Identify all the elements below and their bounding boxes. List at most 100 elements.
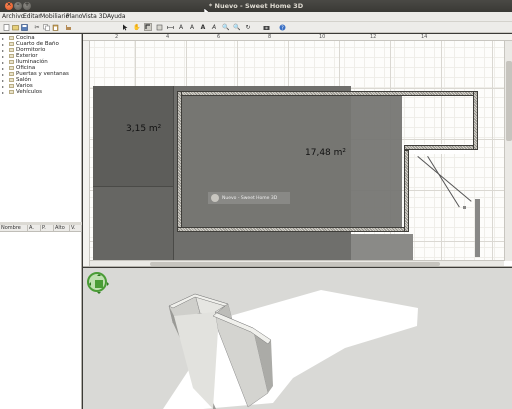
select-mode-button[interactable] (121, 23, 129, 31)
column-header-width[interactable]: A. (28, 225, 41, 232)
expand-icon[interactable]: ▸ (2, 60, 7, 65)
window-title: * Nuevo - Sweet Home 3D (208, 2, 304, 10)
create-photo-button[interactable] (262, 23, 270, 31)
expand-icon[interactable]: ▸ (2, 84, 7, 89)
menu-mobiliario[interactable]: Mobiliario (40, 13, 69, 20)
expand-icon[interactable]: ▸ (2, 36, 7, 41)
folder-icon (9, 66, 14, 70)
cut-button[interactable]: ✂ (33, 23, 41, 31)
wall-bottom[interactable] (177, 227, 409, 232)
ruler-mark: 12 (370, 34, 377, 40)
wall-inner-horizontal[interactable] (404, 145, 478, 150)
ruler-mark: 14 (421, 34, 428, 40)
background-object (463, 206, 466, 209)
create-walls-icon (145, 24, 150, 29)
scrollbar-thumb[interactable] (506, 61, 512, 141)
plan-vertical-scrollbar[interactable] (504, 41, 512, 261)
save-button[interactable] (20, 23, 28, 31)
title-bar: × – + * Nuevo - Sweet Home 3D (0, 0, 512, 12)
copy-button[interactable] (42, 23, 50, 31)
background-plan-image (93, 86, 173, 186)
add-furniture-button[interactable] (64, 23, 72, 31)
zoom-in-icon: 🔍 (222, 23, 230, 31)
category-label: Vehículos (16, 89, 43, 95)
add-furniture-icon (65, 24, 71, 30)
furniture-catalog[interactable]: ▸ Cocina ▸ Cuarto de Baño ▸ Dormitorio ▸ Ext… (0, 34, 82, 222)
new-icon (3, 23, 9, 31)
menu-plano[interactable]: Plano (66, 13, 82, 20)
zoom-out-button[interactable]: 🔍 (233, 23, 241, 31)
background-divider (173, 86, 174, 260)
create-rooms-button[interactable] (155, 23, 163, 31)
ruler-mark: 10 (319, 34, 326, 40)
background-plan-image (351, 234, 413, 260)
svg-text:?: ? (281, 25, 284, 31)
zoom-out-icon: 🔍 (233, 23, 241, 31)
column-header-height[interactable]: Alto (54, 225, 70, 232)
menu-editar[interactable]: Editar (23, 13, 41, 20)
wall-top[interactable] (177, 91, 478, 96)
expand-icon[interactable]: ▸ (2, 66, 7, 71)
folder-icon (9, 60, 14, 64)
modify-text-style-icon: A (189, 23, 195, 31)
expand-icon[interactable]: ▸ (2, 72, 7, 77)
sweet-home-logo-icon (211, 194, 219, 202)
ruler-mark: 4 (166, 34, 170, 40)
top-ruler: 2 4 6 8 10 12 14 (83, 34, 512, 41)
text-style-button[interactable]: A (188, 23, 196, 31)
bold-icon: A (200, 23, 206, 31)
bold-button[interactable]: A (199, 23, 207, 31)
paste-button[interactable] (51, 23, 59, 31)
column-header-name[interactable]: Nombre (0, 225, 28, 232)
expand-icon[interactable]: ▸ (2, 54, 7, 59)
pan-mode-button[interactable]: ✋ (133, 23, 141, 31)
background-plan-image (93, 187, 173, 260)
folder-icon (9, 84, 14, 88)
copy-icon (42, 23, 50, 31)
create-photo-icon (263, 25, 269, 30)
help-button[interactable]: ? (278, 23, 286, 31)
rotate-icon: ↻ (245, 23, 251, 31)
menu-ayuda[interactable]: Ayuda (107, 13, 126, 20)
room-area-label: 3,15 m² (126, 124, 162, 134)
expand-icon[interactable]: ▸ (2, 78, 7, 83)
italic-button[interactable]: A (210, 23, 218, 31)
wall-inner-vertical[interactable] (404, 150, 409, 232)
expand-icon[interactable]: ▸ (2, 42, 7, 47)
catalog-category[interactable]: ▸ Vehículos (2, 89, 42, 95)
wall-right[interactable] (473, 91, 478, 150)
background-divider (93, 186, 173, 187)
save-icon (20, 23, 28, 31)
expand-icon[interactable]: ▸ (2, 48, 7, 53)
open-button[interactable] (11, 23, 19, 31)
background-object (475, 199, 480, 257)
ruler-mark: 8 (268, 34, 272, 40)
column-header-visible[interactable]: V. (70, 225, 82, 232)
menu-archivo[interactable]: Archivo (2, 13, 24, 20)
zoom-in-button[interactable]: 🔍 (222, 23, 230, 31)
menu-bar: Archivo Editar Mobiliario Plano Vista 3D… (0, 12, 512, 22)
furniture-list[interactable]: Nombre A. P. Alto V. (0, 225, 82, 409)
new-button[interactable] (2, 23, 10, 31)
wall-left[interactable] (177, 91, 182, 232)
expand-icon[interactable]: ▸ (2, 90, 7, 95)
menu-vista-3d[interactable]: Vista 3D (82, 13, 107, 20)
left-ruler (83, 41, 90, 266)
plan-horizontal-scrollbar[interactable] (90, 260, 504, 266)
rotate-button[interactable]: ↻ (244, 23, 252, 31)
create-walls-button[interactable] (144, 23, 152, 31)
folder-icon (9, 42, 14, 46)
folder-icon (9, 54, 14, 58)
column-header-depth[interactable]: P. (41, 225, 54, 232)
pan-icon: ✋ (133, 23, 141, 31)
3d-view[interactable] (83, 268, 512, 409)
paste-icon (52, 24, 58, 31)
add-text-button[interactable]: A (177, 23, 185, 31)
scrollbar-thumb[interactable] (150, 262, 440, 266)
italic-icon: A (211, 23, 217, 31)
plan-view[interactable]: 2 4 6 8 10 12 14 3,15 m² 17,48 m² Nuevo … (83, 34, 512, 267)
room-area-label: 17,48 m² (305, 148, 347, 158)
create-rooms-icon (156, 24, 162, 30)
create-dimensions-button[interactable] (166, 23, 174, 31)
room-main[interactable] (180, 94, 402, 227)
